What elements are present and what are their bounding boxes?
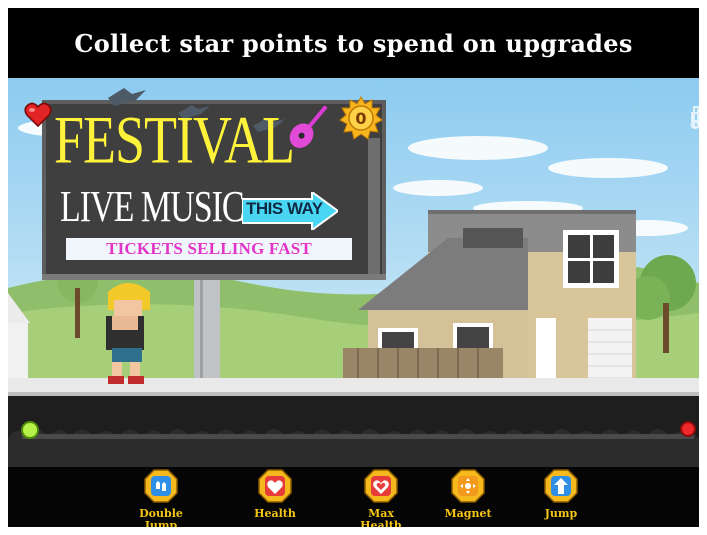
powerup-label: Double Jump: [139, 507, 183, 528]
banner-text: Collect star points to spend on upgrades: [74, 28, 633, 58]
double-jump-icon: [144, 469, 178, 503]
magnet-icon: [451, 469, 485, 503]
powerup-toolbar: Double Jump Health Max Health Magnet Jum…: [8, 467, 699, 527]
level-progress-bar: [21, 421, 696, 439]
promo-banner: Collect star points to spend on upgrades: [8, 8, 699, 78]
powerup-magnet[interactable]: Magnet: [433, 469, 503, 520]
powerup-double-jump[interactable]: Double Jump: [126, 469, 196, 527]
powerup-max-health[interactable]: Max Health: [346, 469, 416, 527]
game-scene[interactable]: 0 FESTIVAL LIVE MUSIC THIS WAY TICKETS S…: [8, 78, 699, 467]
jump-icon: [544, 469, 578, 503]
powerup-label: Magnet: [444, 507, 492, 520]
max-health-icon: [364, 469, 398, 503]
progress-player-marker: [21, 421, 39, 439]
powerup-label: Max Health: [360, 507, 402, 528]
game-frame: Collect star points to spend on upgrades: [8, 8, 699, 527]
powerup-health[interactable]: Health: [240, 469, 310, 520]
health-icon: [258, 469, 292, 503]
powerup-label: Health: [254, 507, 296, 520]
powerup-label: Jump: [544, 507, 578, 520]
powerup-jump[interactable]: Jump: [526, 469, 596, 520]
progress-goal-marker: [680, 421, 696, 437]
